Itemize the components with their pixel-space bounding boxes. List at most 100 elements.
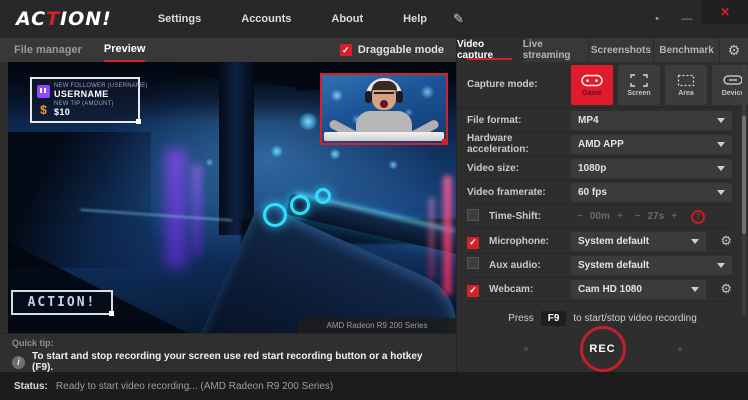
status-bar: Status: Ready to start video recording..… <box>0 372 748 400</box>
drag-handle[interactable] <box>109 311 114 316</box>
draggable-mode-checkbox[interactable]: ✓ <box>340 44 352 56</box>
area-select-icon <box>677 72 695 88</box>
tab-preview[interactable]: Preview <box>104 38 146 62</box>
video-framerate-dropdown[interactable]: 60 fps <box>571 183 732 202</box>
video-size-row: Video size: 1080p <box>467 157 732 181</box>
window-controls: • — ✕ <box>642 0 748 38</box>
video-size-dropdown[interactable]: 1080p <box>571 159 732 178</box>
neon-light <box>165 149 187 268</box>
aux-audio-row: Aux audio: System default <box>467 254 732 278</box>
gamepad-icon <box>581 72 603 88</box>
pen-icon[interactable]: ✎ <box>453 11 464 27</box>
tab-benchmark[interactable]: Benchmark <box>654 38 720 62</box>
settings-gear-icon[interactable]: ⚙ <box>720 38 748 62</box>
draggable-mode-toggle[interactable]: ✓ Draggable mode <box>340 44 444 56</box>
hotkey-hint: Press F9 to start/stop video recording <box>457 311 748 326</box>
panel-scrollbar[interactable] <box>742 64 746 316</box>
gpu-label: AMD Radeon R9 200 Series <box>298 318 456 333</box>
chevron-down-icon <box>691 287 699 292</box>
action-app-window: ACTION! Settings Accounts About Help ✎ •… <box>0 0 748 400</box>
twitch-icon <box>37 85 50 98</box>
rec-button[interactable]: REC <box>580 326 626 372</box>
chevron-down-icon <box>691 239 699 244</box>
quick-tip-title: Quick tip: <box>12 338 444 348</box>
hardware-acceleration-dropdown[interactable]: AMD APP <box>571 135 732 154</box>
action-watermark[interactable]: ACTION! <box>11 290 113 315</box>
dollar-icon: $ <box>37 103 50 117</box>
stream-alert-overlay[interactable]: NEW FOLLOWER (USERNAME) USERNAME $ NEW T… <box>30 77 140 123</box>
time-shift-checkbox[interactable] <box>467 209 479 221</box>
preview-tabs: File manager Preview ✓ Draggable mode <box>0 38 456 62</box>
microphone-gear-icon[interactable]: ⚙ <box>710 233 732 249</box>
aux-audio-dropdown[interactable]: System default <box>571 256 732 275</box>
rec-side-dot <box>524 347 528 351</box>
webcam-overlay[interactable] <box>320 73 448 145</box>
rec-side-dot <box>678 347 682 351</box>
webcam-checkbox[interactable]: ✓ <box>467 285 479 297</box>
plus-icon[interactable]: + <box>671 211 677 222</box>
tray-button[interactable]: • <box>642 13 672 25</box>
capture-mode-label: Capture mode: <box>467 79 571 90</box>
status-text: Ready to start video recording... (AMD R… <box>56 381 333 392</box>
record-controls: REC <box>457 326 748 372</box>
menu-help[interactable]: Help <box>383 7 447 31</box>
time-shift-seconds-stepper[interactable]: − 27s + <box>629 211 683 222</box>
tab-video-capture[interactable]: Video capture <box>457 38 523 62</box>
draggable-mode-label: Draggable mode <box>358 44 444 56</box>
hardware-acceleration-row: Hardware acceleration: AMD APP <box>467 133 732 157</box>
plus-icon[interactable]: + <box>617 211 623 222</box>
chevron-down-icon <box>717 263 725 268</box>
minimize-button[interactable]: — <box>672 13 702 25</box>
subbar: File manager Preview ✓ Draggable mode Vi… <box>0 38 748 62</box>
chevron-down-icon <box>717 118 725 123</box>
neon-pink-light <box>443 176 452 295</box>
app-logo: ACTION! <box>16 8 112 30</box>
aux-audio-checkbox[interactable] <box>467 257 479 269</box>
titlebar: ACTION! Settings Accounts About Help ✎ •… <box>0 0 748 38</box>
tab-file-manager[interactable]: File manager <box>14 38 82 62</box>
video-framerate-row: Video framerate: 60 fps <box>467 181 732 205</box>
follower-username: USERNAME <box>54 90 133 100</box>
menu-accounts[interactable]: Accounts <box>221 7 311 31</box>
quick-tip-text: To start and stop recording your screen … <box>32 351 444 373</box>
video-capture-panel: Capture mode: Game Screen <box>456 62 748 372</box>
time-shift-row: Time-Shift: − 00m + − 27s + ? <box>467 205 732 229</box>
tab-screenshots[interactable]: Screenshots <box>589 38 655 62</box>
tip-amount: $10 <box>54 108 114 118</box>
status-label: Status: <box>14 381 48 392</box>
capture-tabs: Video capture Live streaming Screenshots… <box>456 38 748 62</box>
webcam-person <box>322 75 446 143</box>
menu-about[interactable]: About <box>311 7 383 31</box>
drag-handle[interactable] <box>136 119 141 124</box>
webcam-dropdown[interactable]: Cam HD 1080 <box>571 280 706 299</box>
mode-area-button[interactable]: Area <box>665 65 707 105</box>
menu-settings[interactable]: Settings <box>138 7 221 31</box>
minus-icon[interactable]: − <box>577 211 583 222</box>
chevron-down-icon <box>717 142 725 147</box>
capture-mode-row: Capture mode: Game Screen <box>457 62 748 108</box>
microphone-checkbox[interactable]: ✓ <box>467 237 479 249</box>
device-icon <box>723 72 743 88</box>
drag-handle[interactable] <box>442 139 447 144</box>
webcam-gear-icon[interactable]: ⚙ <box>710 281 732 297</box>
chevron-down-icon <box>717 166 725 171</box>
scrollbar-thumb[interactable] <box>742 116 746 234</box>
file-format-row: File format: MP4 <box>467 108 732 132</box>
mode-screen-button[interactable]: Screen <box>618 65 660 105</box>
microphone-dropdown[interactable]: System default <box>571 232 706 251</box>
file-format-dropdown[interactable]: MP4 <box>571 111 732 130</box>
screen-corners-icon <box>630 72 648 88</box>
tab-live-streaming[interactable]: Live streaming <box>523 38 589 62</box>
time-shift-minutes-stepper[interactable]: − 00m + <box>571 211 629 222</box>
main-menu: Settings Accounts About Help <box>138 7 447 31</box>
help-icon[interactable]: ? <box>691 210 705 224</box>
mode-game-button[interactable]: Game <box>571 65 613 105</box>
game-preview: NEW FOLLOWER (USERNAME) USERNAME $ NEW T… <box>8 62 456 333</box>
microphone-row: ✓ Microphone: System default ⚙ <box>467 229 732 253</box>
minus-icon[interactable]: − <box>635 211 641 222</box>
f9-key-badge: F9 <box>541 311 567 326</box>
close-button[interactable]: ✕ <box>702 0 748 24</box>
chevron-down-icon <box>717 190 725 195</box>
webcam-row: ✓ Webcam: Cam HD 1080 ⚙ <box>467 278 732 302</box>
quick-tip-panel: Quick tip: i To start and stop recording… <box>0 333 456 372</box>
